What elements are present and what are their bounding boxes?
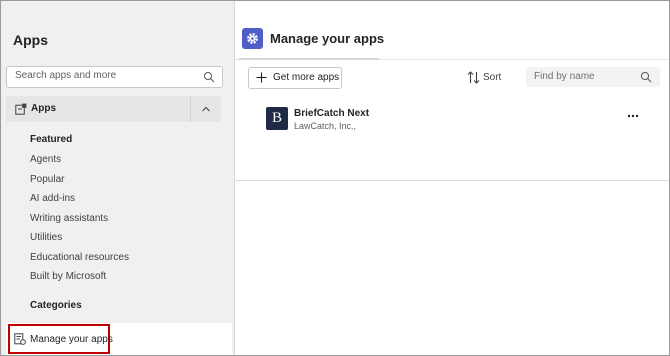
search-icon <box>640 71 652 83</box>
manage-your-apps-button[interactable]: Manage your apps <box>8 324 113 354</box>
sort-label: Sort <box>483 72 502 83</box>
chevron-up-icon <box>202 106 210 112</box>
sidebar-item-writing-assistants[interactable]: Writing assistants <box>30 213 108 224</box>
page-title: Manage your apps <box>270 31 385 46</box>
sidebar-item-educational-resources[interactable]: Educational resources <box>30 252 129 263</box>
header-underline <box>239 58 379 60</box>
find-by-name-placeholder: Find by name <box>534 71 595 82</box>
categories-heading: Categories <box>30 300 82 311</box>
list-divider <box>235 180 669 181</box>
sidebar-item-manage-your-apps: Manage your apps <box>6 323 232 355</box>
search-apps-placeholder: Search apps and more <box>15 70 117 81</box>
apps-section-label: Apps <box>31 103 56 114</box>
sidebar-item-popular[interactable]: Popular <box>30 174 64 185</box>
sidebar-item-utilities[interactable]: Utilities <box>30 232 62 243</box>
manage-your-apps-label: Manage your apps <box>30 334 113 345</box>
collapse-button[interactable] <box>190 96 221 122</box>
settings-badge <box>242 28 263 49</box>
featured-heading: Featured <box>30 134 73 145</box>
sidebar-item-agents[interactable]: Agents <box>30 154 61 165</box>
sidebar-item-ai-add-ins[interactable]: AI add-ins <box>30 193 75 204</box>
main-pane: Manage your apps Get more apps Sort Find… <box>235 1 669 355</box>
manage-apps-icon <box>14 333 26 345</box>
briefcatch-logo: B <box>266 107 288 130</box>
get-more-apps-label: Get more apps <box>273 72 340 83</box>
find-by-name-input[interactable]: Find by name <box>526 67 660 87</box>
app-list-item[interactable]: B BriefCatch Next LawCatch, Inc., <box>266 107 646 133</box>
app-publisher: LawCatch, Inc., <box>294 121 357 131</box>
sidebar-title: Apps <box>13 32 48 48</box>
gear-icon <box>247 33 258 44</box>
get-more-apps-button[interactable]: Get more apps <box>248 67 342 89</box>
sidebar-item-built-by-microsoft[interactable]: Built by Microsoft <box>30 271 106 282</box>
app-name: BriefCatch Next <box>294 108 370 119</box>
search-apps-input[interactable]: Search apps and more <box>6 66 223 88</box>
plus-icon <box>256 72 267 83</box>
more-options-icon[interactable] <box>626 111 640 121</box>
apps-icon <box>15 103 27 115</box>
apps-section-header[interactable]: Apps <box>6 96 221 122</box>
sidebar: Apps Search apps and more Apps Featured … <box>1 1 235 355</box>
search-icon <box>203 71 215 83</box>
manage-apps-window: × Apps Search apps and more Apps F <box>0 0 670 356</box>
sort-icon <box>467 71 480 84</box>
